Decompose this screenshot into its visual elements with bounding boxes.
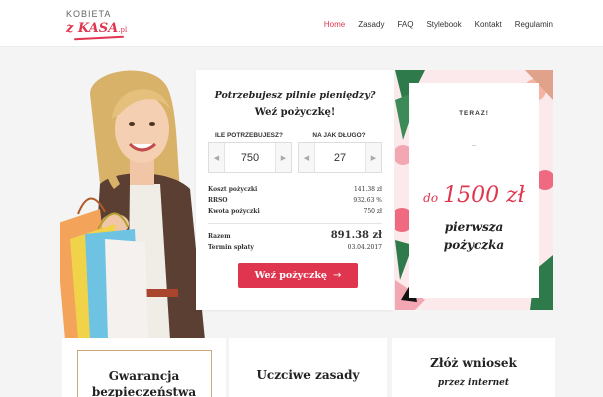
rrso-label: RRSO (208, 197, 228, 204)
take-loan-button-label: Weź pożyczkę (254, 270, 327, 281)
nav-stylebook[interactable]: Stylebook (426, 20, 461, 29)
loan-amount-value: 750 zł (363, 208, 382, 215)
total-value: 891.38 zł (330, 230, 382, 241)
duration-value[interactable]: 27 (315, 143, 365, 172)
duration-increase-button[interactable]: ▶ (365, 143, 381, 172)
promo-line-2: pożyczka (443, 238, 505, 252)
loan-cost-value: 141.38 zł (353, 186, 382, 193)
duration-label: NA JAK DŁUGO? (312, 132, 366, 139)
logo-top-text: KOBIETA (66, 9, 112, 19)
caret-left-icon: ◀ (303, 154, 310, 162)
promo-line-1: pierwsza (444, 220, 504, 234)
promo-card: TERAZ! ~ do 1500 zł pierwsza pożyczka (409, 83, 539, 298)
amount-value[interactable]: 750 (225, 143, 275, 172)
caret-right-icon: ▶ (280, 154, 287, 162)
feature-card-apply: Złóż wniosek przez internet (392, 338, 555, 397)
calculator-heading: Weź pożyczkę! (254, 107, 336, 118)
feature-apply-subtitle: przez internet (437, 378, 510, 388)
nav-home[interactable]: Home (324, 20, 345, 29)
promo-now-label: TERAZ! (459, 110, 489, 117)
caret-right-icon: ▶ (370, 154, 377, 162)
duration-stepper: ◀ 27 ▶ (298, 142, 382, 173)
logo-bottom-text: z KASA.pl (66, 21, 128, 36)
nav-kontakt[interactable]: Kontakt (475, 20, 502, 29)
feature-card-guarantee: Gwarancja bezpieczeństwa (62, 338, 226, 397)
total-label: Razem (208, 233, 231, 240)
arrow-right-icon: → (332, 270, 342, 281)
feature-guarantee-title: Gwarancja bezpieczeństwa (91, 369, 197, 397)
feature-fair-rules-title: Uczciwe zasady (256, 368, 360, 382)
amount-stepper: ◀ 750 ▶ (208, 142, 292, 173)
calculator-question: Potrzebujesz pilnie pieniędzy? (214, 90, 376, 101)
loan-cost-label: Koszt pożyczki (208, 186, 258, 193)
hero-section: Potrzebujesz pilnie pieniędzy? Weź pożyc… (0, 48, 603, 348)
promo-amount: do 1500 zł (423, 183, 525, 208)
promo-divider: ~ (471, 143, 477, 150)
duration-decrease-button[interactable]: ◀ (299, 143, 315, 172)
nav-regulamin[interactable]: Regulamin (515, 20, 553, 29)
site-logo[interactable]: KOBIETA z KASA.pl (66, 9, 136, 41)
nav-zasady[interactable]: Zasady (358, 20, 384, 29)
caret-left-icon: ◀ (213, 154, 220, 162)
amount-decrease-button[interactable]: ◀ (209, 143, 225, 172)
rrso-value: 932.63 % (353, 197, 382, 204)
loan-amount-label: Kwota pożyczki (208, 208, 260, 215)
nav-faq[interactable]: FAQ (397, 20, 413, 29)
logo-underline (73, 35, 125, 41)
amount-increase-button[interactable]: ▶ (275, 143, 291, 172)
loan-calculator: Potrzebujesz pilnie pieniędzy? Weź pożyc… (196, 70, 394, 310)
due-date-value: 03.04.2017 (347, 244, 382, 251)
woman-with-shopping-bags-image (60, 70, 205, 340)
feature-apply-title: Złóż wniosek (430, 356, 517, 370)
feature-card-fair-rules: Uczciwe zasady (229, 338, 387, 397)
site-header: KOBIETA z KASA.pl Home Zasady FAQ Styleb… (0, 0, 603, 47)
due-date-label: Termin spłaty (208, 244, 254, 251)
take-loan-button[interactable]: Weź pożyczkę → (238, 263, 358, 288)
amount-label: ILE POTRZEBUJESZ? (215, 132, 283, 139)
main-nav: Home Zasady FAQ Stylebook Kontakt Regula… (311, 20, 553, 29)
summary-divider (208, 223, 382, 224)
